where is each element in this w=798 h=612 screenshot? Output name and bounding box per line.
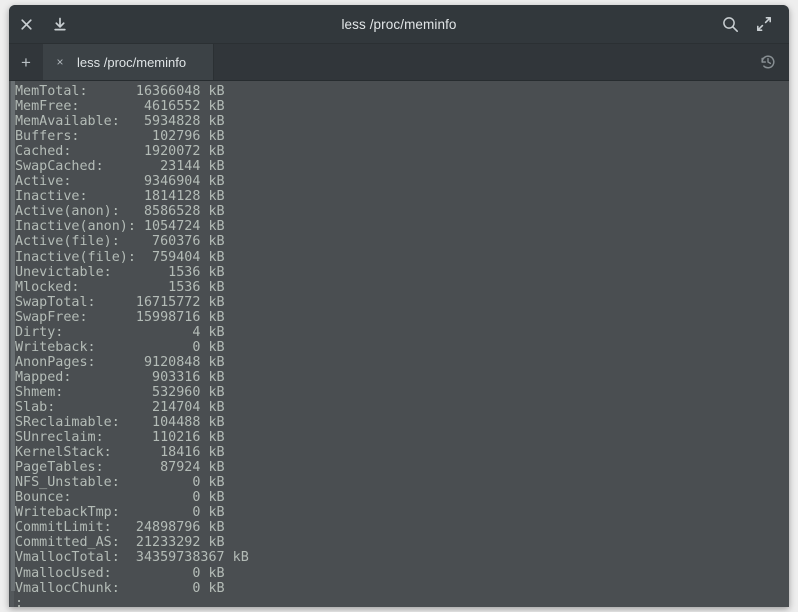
meminfo-line: SReclaimable: 104488 kB: [15, 415, 789, 430]
meminfo-line: SwapFree: 15998716 kB: [15, 310, 789, 325]
plus-icon: +: [21, 54, 31, 71]
meminfo-line: Inactive(file): 759404 kB: [15, 250, 789, 265]
download-icon: [53, 17, 67, 32]
search-button[interactable]: [713, 5, 747, 43]
close-icon: ×: [56, 55, 63, 69]
maximize-icon: [756, 16, 772, 32]
close-button[interactable]: [9, 5, 43, 43]
meminfo-line: Cached: 1920072 kB: [15, 144, 789, 159]
meminfo-line: SwapTotal: 16715772 kB: [15, 295, 789, 310]
titlebar-right-group: [713, 5, 789, 43]
new-tab-button[interactable]: +: [9, 44, 43, 80]
meminfo-line: Slab: 214704 kB: [15, 400, 789, 415]
tabbar: + × less /proc/meminfo: [9, 44, 789, 81]
download-button[interactable]: [43, 5, 77, 43]
close-icon: [20, 18, 33, 31]
meminfo-line: Committed_AS: 21233292 kB: [15, 535, 789, 550]
meminfo-line: Dirty: 4 kB: [15, 325, 789, 340]
meminfo-line: Unevictable: 1536 kB: [15, 265, 789, 280]
meminfo-line: CommitLimit: 24898796 kB: [15, 520, 789, 535]
meminfo-line: KernelStack: 18416 kB: [15, 445, 789, 460]
tab-less-proc-meminfo[interactable]: × less /proc/meminfo: [43, 44, 214, 80]
meminfo-line: Mapped: 903316 kB: [15, 370, 789, 385]
meminfo-line: SUnreclaim: 110216 kB: [15, 430, 789, 445]
meminfo-line: Mlocked: 1536 kB: [15, 280, 789, 295]
meminfo-line: VmallocChunk: 0 kB: [15, 581, 789, 596]
titlebar: less /proc/meminfo: [9, 5, 789, 44]
less-prompt: :: [9, 596, 789, 607]
window-title: less /proc/meminfo: [9, 17, 789, 32]
meminfo-line: VmallocTotal: 34359738367 kB: [15, 550, 789, 565]
meminfo-line: AnonPages: 9120848 kB: [15, 355, 789, 370]
search-icon: [722, 16, 739, 33]
meminfo-line: VmallocUsed: 0 kB: [15, 566, 789, 581]
meminfo-line: MemAvailable: 5934828 kB: [15, 114, 789, 129]
meminfo-line: Active(anon): 8586528 kB: [15, 204, 789, 219]
tab-label: less /proc/meminfo: [73, 55, 186, 70]
tabbar-empty-area[interactable]: [214, 44, 747, 80]
meminfo-line: Buffers: 102796 kB: [15, 129, 789, 144]
meminfo-line: Inactive: 1814128 kB: [15, 189, 789, 204]
meminfo-line: MemTotal: 16366048 kB: [15, 84, 789, 99]
meminfo-line: MemFree: 4616552 kB: [15, 99, 789, 114]
meminfo-line: SwapCached: 23144 kB: [15, 159, 789, 174]
terminal-content[interactable]: MemTotal: 16366048 kBMemFree: 4616552 kB…: [9, 81, 789, 607]
meminfo-line: PageTables: 87924 kB: [15, 460, 789, 475]
meminfo-line: Shmem: 532960 kB: [15, 385, 789, 400]
meminfo-line: WritebackTmp: 0 kB: [15, 505, 789, 520]
meminfo-line: NFS_Unstable: 0 kB: [15, 475, 789, 490]
meminfo-line: Writeback: 0 kB: [15, 340, 789, 355]
history-button[interactable]: [747, 44, 789, 80]
tab-close-button[interactable]: ×: [47, 44, 73, 80]
meminfo-line: Active: 9346904 kB: [15, 174, 789, 189]
terminal-window: less /proc/meminfo +: [9, 5, 789, 607]
maximize-button[interactable]: [747, 5, 781, 43]
meminfo-line: Inactive(anon): 1054724 kB: [15, 219, 789, 234]
meminfo-line: Active(file): 760376 kB: [15, 234, 789, 249]
meminfo-line: Bounce: 0 kB: [15, 490, 789, 505]
history-icon: [759, 53, 777, 71]
meminfo-output: MemTotal: 16366048 kBMemFree: 4616552 kB…: [9, 84, 789, 596]
